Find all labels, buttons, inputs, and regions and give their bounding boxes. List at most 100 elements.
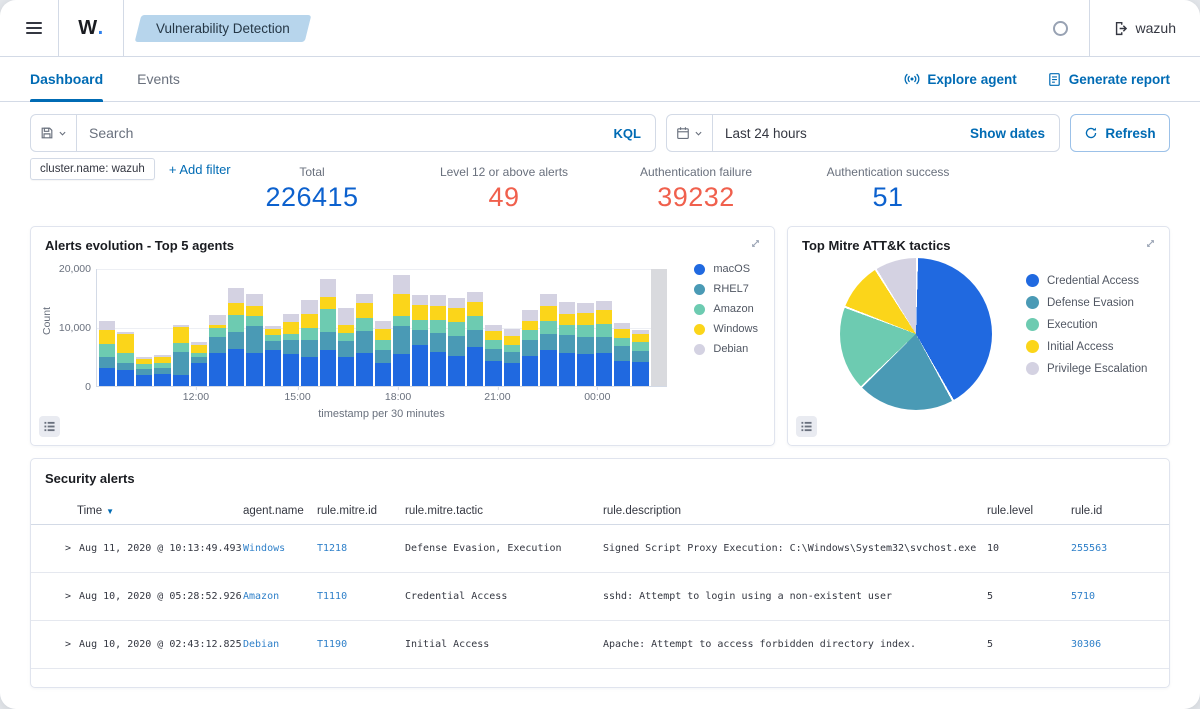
stats-row: Total 226415 Level 12 or above alerts 49 Aut… bbox=[216, 152, 984, 213]
mitre-id-link[interactable]: T1110 bbox=[317, 591, 405, 602]
stacked-bar[interactable] bbox=[154, 269, 171, 386]
stacked-bar[interactable] bbox=[264, 269, 281, 386]
calendar-menu-button[interactable] bbox=[667, 115, 713, 151]
tab-events[interactable]: Events bbox=[137, 57, 180, 101]
stacked-bar[interactable] bbox=[301, 269, 318, 386]
stacked-bar[interactable] bbox=[521, 269, 539, 386]
legend-item-privilege-escalation[interactable]: Privilege Escalation bbox=[1026, 362, 1147, 375]
explore-agent-button[interactable]: Explore agent bbox=[904, 71, 1017, 87]
stacked-bar[interactable] bbox=[430, 269, 447, 386]
stacked-bar[interactable] bbox=[319, 269, 337, 386]
menu-icon[interactable] bbox=[10, 0, 58, 56]
legend-item-rhel7[interactable]: RHEL7 bbox=[694, 283, 758, 295]
wazuh-logo[interactable]: W. bbox=[59, 17, 123, 40]
rule-id-link[interactable]: 5710 bbox=[1071, 591, 1155, 602]
expand-row-caret[interactable]: > bbox=[65, 543, 71, 554]
stacked-bar[interactable] bbox=[135, 269, 153, 386]
agent-name-link[interactable]: Amazon bbox=[243, 591, 317, 602]
bar-segment-debian bbox=[411, 295, 429, 306]
stacked-bar[interactable] bbox=[190, 269, 208, 386]
stacked-bar[interactable] bbox=[99, 269, 116, 386]
rule-description-cell: Apache: Attempt to access forbidden dire… bbox=[603, 639, 917, 650]
stacked-bar[interactable] bbox=[209, 269, 226, 386]
stacked-bar[interactable] bbox=[393, 269, 410, 386]
legend-item-debian[interactable]: Debian bbox=[694, 343, 758, 355]
stacked-bar[interactable] bbox=[246, 269, 263, 386]
agent-name-link[interactable]: Debian bbox=[243, 639, 317, 650]
stacked-bar[interactable] bbox=[172, 269, 189, 386]
bar-plot[interactable] bbox=[96, 269, 668, 387]
saved-query-menu-button[interactable] bbox=[31, 115, 77, 151]
legend-item-macos[interactable]: macOS bbox=[694, 263, 758, 275]
stacked-bar[interactable] bbox=[356, 269, 373, 386]
bar-segment-macos bbox=[577, 354, 594, 386]
show-dates-button[interactable]: Show dates bbox=[956, 126, 1059, 141]
stacked-bar[interactable] bbox=[374, 269, 392, 386]
bar-segment-macos bbox=[99, 367, 116, 386]
bar-segment-amazon bbox=[466, 315, 484, 330]
inspect-visualization-button[interactable] bbox=[39, 416, 60, 437]
query-language-selector[interactable]: KQL bbox=[600, 126, 655, 141]
legend-item-execution[interactable]: Execution bbox=[1026, 318, 1147, 331]
legend-label: RHEL7 bbox=[713, 283, 749, 295]
mitre-pie[interactable] bbox=[840, 258, 992, 410]
bar-segment-debian bbox=[558, 302, 576, 314]
health-status-icon[interactable] bbox=[1033, 0, 1089, 56]
bar-segment-macos bbox=[301, 356, 318, 386]
filter-pill[interactable]: cluster.name: wazuh bbox=[30, 158, 155, 180]
stacked-bar[interactable] bbox=[227, 269, 245, 386]
expand-panel-button[interactable] bbox=[1144, 237, 1157, 250]
stacked-bar[interactable] bbox=[577, 269, 594, 386]
stacked-bar[interactable] bbox=[632, 269, 649, 386]
bar-segment-macos bbox=[430, 352, 447, 386]
time-range-value[interactable]: Last 24 hours bbox=[713, 126, 956, 141]
incomplete-bucket-bar[interactable] bbox=[650, 269, 668, 386]
table-row: > Aug 10, 2020 @ 05:28:52.926 Amazon T1110 C… bbox=[31, 573, 1169, 621]
bar-segment-windows bbox=[485, 331, 502, 341]
column-header-time[interactable]: Time ▼ bbox=[65, 505, 243, 517]
stacked-bar[interactable] bbox=[595, 269, 612, 386]
rule-id-link[interactable]: 255563 bbox=[1071, 543, 1155, 554]
search-input[interactable] bbox=[77, 125, 600, 141]
agent-name-link[interactable]: Windows bbox=[243, 543, 317, 554]
expand-panel-button[interactable] bbox=[749, 237, 762, 250]
stacked-bar[interactable] bbox=[117, 269, 134, 386]
stacked-bar[interactable] bbox=[466, 269, 484, 386]
legend-item-windows[interactable]: Windows bbox=[694, 323, 758, 335]
stacked-bar[interactable] bbox=[485, 269, 502, 386]
bar-segment-rhel7 bbox=[521, 340, 539, 356]
refresh-button[interactable]: Refresh bbox=[1070, 114, 1170, 152]
stacked-bar[interactable] bbox=[448, 269, 465, 386]
expand-row-caret[interactable]: > bbox=[65, 591, 71, 602]
stacked-bar[interactable] bbox=[338, 269, 355, 386]
mitre-id-link[interactable]: T1218 bbox=[317, 543, 405, 554]
tab-dashboard[interactable]: Dashboard bbox=[30, 57, 104, 102]
add-filter-button[interactable]: + Add filter bbox=[169, 162, 231, 177]
bar-segment-windows bbox=[190, 345, 208, 353]
legend-item-amazon[interactable]: Amazon bbox=[694, 303, 758, 315]
expand-row-caret[interactable]: > bbox=[65, 639, 71, 650]
bar-segment-macos bbox=[282, 353, 300, 386]
legend-item-initial-access[interactable]: Initial Access bbox=[1026, 340, 1147, 353]
stacked-bar[interactable] bbox=[411, 269, 429, 386]
column-header-rule-id: rule.id bbox=[1071, 505, 1103, 517]
generate-report-button[interactable]: Generate report bbox=[1047, 72, 1170, 87]
bar-segment-windows bbox=[430, 305, 447, 320]
stacked-bar[interactable] bbox=[282, 269, 300, 386]
legend-color-dot bbox=[694, 283, 706, 295]
rule-id-link[interactable]: 30306 bbox=[1071, 639, 1155, 650]
bar-segment-debian bbox=[577, 302, 594, 313]
logout-button[interactable]: wazuh bbox=[1090, 20, 1200, 36]
stacked-bar[interactable] bbox=[503, 269, 520, 386]
bar-segment-macos bbox=[172, 374, 189, 386]
bar-segment-rhel7 bbox=[411, 330, 429, 346]
mitre-id-link[interactable]: T1190 bbox=[317, 639, 405, 650]
legend-item-credential-access[interactable]: Credential Access bbox=[1026, 274, 1147, 287]
legend-item-defense-evasion[interactable]: Defense Evasion bbox=[1026, 296, 1147, 309]
stacked-bar[interactable] bbox=[558, 269, 576, 386]
bar-segment-debian bbox=[448, 298, 465, 308]
inspect-visualization-button[interactable] bbox=[796, 416, 817, 437]
stacked-bar[interactable] bbox=[540, 269, 557, 386]
breadcrumb[interactable]: Vulnerability Detection bbox=[134, 14, 312, 42]
stacked-bar[interactable] bbox=[613, 269, 631, 386]
